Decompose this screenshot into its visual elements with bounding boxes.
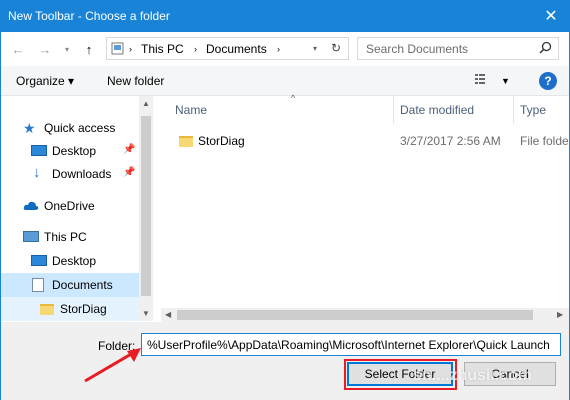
breadcrumb-chevron-icon: › — [194, 44, 197, 54]
column-header-type[interactable]: Type — [520, 103, 546, 117]
red-arrow-icon — [84, 348, 141, 383]
nav-item-downloads[interactable]: ↓ Downloads 📌 — [1, 162, 139, 186]
computer-icon — [23, 231, 39, 242]
scroll-down-icon[interactable]: ▼ — [142, 309, 150, 318]
scroll-left-icon[interactable]: ◀ — [165, 310, 171, 319]
file-list: Name ^ Date modified Type StorDiag 3/27/… — [161, 93, 570, 308]
search-icon[interactable] — [539, 41, 552, 57]
command-toolbar: Organize ▾ New folder ▼ ? — [1, 66, 569, 96]
desktop-icon — [31, 255, 47, 266]
nav-item-documents[interactable]: Documents — [1, 273, 139, 297]
help-icon[interactable]: ? — [539, 72, 557, 90]
nav-item-desktop[interactable]: Desktop 📌 — [1, 139, 139, 163]
new-folder-button[interactable]: New folder — [107, 74, 164, 88]
watermark: sn....zhusii.com — [413, 367, 533, 384]
scroll-thumb[interactable] — [141, 116, 151, 296]
column-divider[interactable] — [513, 96, 514, 124]
nav-item-label: OneDrive — [44, 199, 95, 213]
pin-icon: 📌 — [123, 167, 136, 178]
nav-item-label: Desktop — [52, 144, 97, 158]
refresh-icon[interactable]: ↻ — [331, 41, 341, 55]
title-bar: New Toolbar - Choose a folder ✕ — [1, 1, 569, 32]
folder-field[interactable] — [141, 333, 561, 356]
file-name: StorDiag — [198, 134, 245, 148]
document-icon — [32, 278, 44, 292]
nav-item-stordiag[interactable]: StorDiag — [1, 297, 139, 321]
column-header-name[interactable]: Name — [175, 103, 207, 117]
star-icon: ★ — [23, 120, 36, 136]
column-divider[interactable] — [393, 96, 394, 124]
nav-item-onedrive[interactable]: OneDrive — [1, 194, 139, 218]
breadcrumb-chevron-icon: › — [277, 44, 280, 54]
address-bar[interactable]: › This PC › Documents › ▾ ↻ — [106, 37, 349, 60]
pin-icon: 📌 — [123, 144, 136, 155]
window-title: New Toolbar - Choose a folder — [8, 9, 170, 23]
organize-button[interactable]: Organize ▾ — [16, 74, 74, 88]
nav-item-label: Quick access — [44, 121, 116, 135]
recent-dropdown-icon[interactable]: ▾ — [59, 40, 75, 58]
scroll-right-icon[interactable]: ▶ — [557, 310, 563, 319]
download-icon: ↓ — [33, 164, 41, 181]
nav-item-label: Documents — [52, 278, 113, 292]
search-placeholder: Search Documents — [366, 42, 469, 56]
scroll-up-icon[interactable]: ▲ — [142, 99, 150, 108]
nav-item-label: Desktop — [52, 254, 97, 268]
nav-item-label: This PC — [44, 230, 87, 244]
back-arrow-icon[interactable]: ← — [10, 40, 26, 58]
navigation-pane: ★ Quick access Desktop 📌 ↓ Downloads 📌 O… — [1, 96, 153, 321]
breadcrumb-this-pc[interactable]: This PC — [141, 42, 184, 56]
up-arrow-icon[interactable]: ↑ — [81, 40, 97, 58]
horizontal-scrollbar[interactable]: ◀ ▶ — [161, 308, 569, 322]
nav-item-desktop-pc[interactable]: Desktop — [1, 249, 139, 273]
column-header-date[interactable]: Date modified — [400, 103, 474, 117]
file-type: File folder — [520, 134, 570, 148]
folder-input[interactable] — [142, 334, 560, 355]
address-row: ← → ▾ ↑ › This PC › Documents › ▾ ↻ Sear… — [1, 32, 569, 66]
breadcrumb-documents[interactable]: Documents — [206, 42, 267, 56]
view-dropdown-icon[interactable]: ▼ — [501, 76, 510, 86]
sort-ascending-icon: ^ — [291, 93, 296, 103]
breadcrumb-chevron-icon: › — [129, 44, 132, 54]
onedrive-icon — [23, 200, 39, 214]
file-date: 3/27/2017 2:56 AM — [400, 134, 501, 148]
choose-folder-dialog: New Toolbar - Choose a folder ✕ ← → ▾ ↑ … — [0, 0, 570, 400]
search-box[interactable]: Search Documents — [357, 37, 559, 60]
folder-icon — [179, 136, 193, 147]
nav-scrollbar[interactable]: ▲ ▼ — [139, 96, 153, 321]
nav-item-label: Downloads — [52, 167, 112, 181]
folder-icon — [40, 304, 54, 315]
address-dropdown-icon[interactable]: ▾ — [313, 44, 317, 53]
file-row[interactable]: StorDiag 3/27/2017 2:56 AM File folder — [161, 130, 570, 152]
nav-item-label: StorDiag — [60, 302, 107, 316]
nav-item-this-pc[interactable]: This PC — [1, 225, 139, 249]
close-icon[interactable]: ✕ — [537, 2, 565, 30]
forward-arrow-icon[interactable]: → — [37, 40, 53, 58]
view-options-icon[interactable] — [475, 73, 491, 89]
computer-icon — [111, 42, 124, 58]
scroll-thumb[interactable] — [177, 310, 533, 320]
desktop-icon — [31, 145, 47, 156]
nav-item-quick-access[interactable]: ★ Quick access — [1, 116, 139, 140]
